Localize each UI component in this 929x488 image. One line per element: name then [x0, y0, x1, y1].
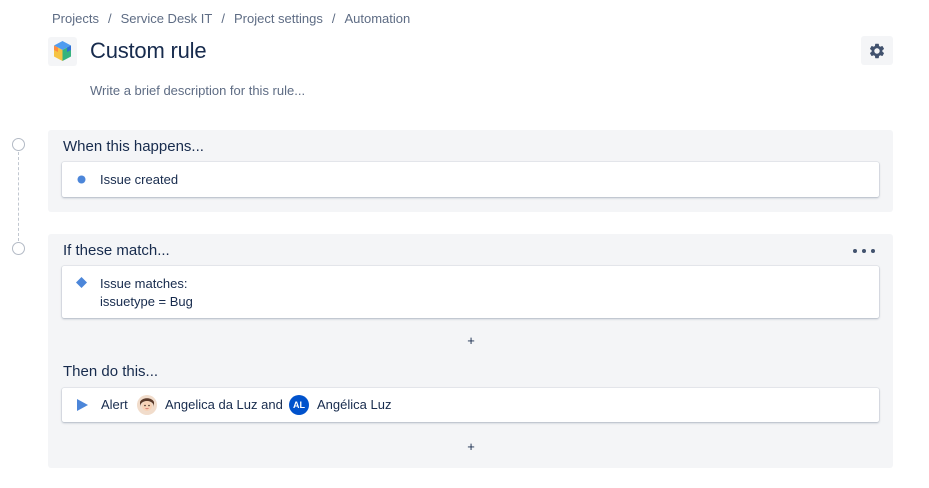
- trigger-section: When this happens... Issue created: [48, 130, 893, 212]
- timeline-dot-condition: [12, 242, 25, 255]
- trigger-section-title: When this happens...: [63, 138, 204, 155]
- user-avatar-initials: AL: [289, 395, 309, 415]
- user-avatar-photo: [137, 395, 157, 415]
- breadcrumb-service-desk-it[interactable]: Service Desk IT: [121, 11, 213, 26]
- diamond-icon: [76, 277, 87, 288]
- add-condition-button[interactable]: +: [462, 332, 480, 350]
- add-action-button[interactable]: +: [462, 438, 480, 456]
- trigger-card-issue-created[interactable]: Issue created: [62, 162, 879, 197]
- page-title: Custom rule: [90, 38, 207, 63]
- breadcrumb-separator: /: [331, 11, 336, 26]
- project-cube-icon: [48, 37, 77, 66]
- action-card-user2: Angélica Luz: [317, 397, 392, 412]
- breadcrumb-projects[interactable]: Projects: [52, 11, 99, 26]
- settings-button[interactable]: [861, 36, 893, 65]
- automation-rule-page: Projects / Service Desk IT / Project set…: [0, 0, 929, 488]
- breadcrumb-separator: /: [107, 11, 112, 26]
- action-card-verb: Alert: [101, 397, 128, 412]
- more-horizontal-icon-dot: [871, 249, 875, 253]
- breadcrumb: Projects / Service Desk IT / Project set…: [52, 11, 410, 26]
- breadcrumb-project-settings[interactable]: Project settings: [234, 11, 323, 26]
- rule-description-field[interactable]: Write a brief description for this rule.…: [90, 83, 305, 98]
- condition-card-jql: issuetype = Bug: [100, 294, 193, 309]
- play-icon: [77, 399, 88, 411]
- circle-dot-icon: [77, 175, 86, 184]
- timeline-connector: [18, 152, 19, 241]
- gear-icon: [869, 43, 885, 58]
- more-horizontal-icon-dot: [862, 249, 866, 253]
- more-options-button[interactable]: [853, 243, 875, 259]
- action-section-title: Then do this...: [63, 363, 159, 380]
- condition-section-title: If these match...: [63, 242, 170, 259]
- timeline-dot-trigger: [12, 138, 25, 151]
- condition-card-issue-matches[interactable]: Issue matches: issuetype = Bug: [62, 266, 879, 318]
- trigger-card-label: Issue created: [100, 172, 179, 187]
- breadcrumb-separator: /: [221, 11, 225, 26]
- condition-action-section: If these match... Issue matches: issuety…: [48, 234, 893, 468]
- action-card-alert[interactable]: Alert Angelica da Luz and AL Angélica Lu…: [62, 388, 879, 422]
- more-horizontal-icon-dot: [853, 249, 857, 253]
- breadcrumb-automation[interactable]: Automation: [344, 11, 410, 26]
- action-card-user1: Angelica da Luz and: [165, 397, 283, 412]
- condition-card-line1: Issue matches:: [100, 276, 188, 291]
